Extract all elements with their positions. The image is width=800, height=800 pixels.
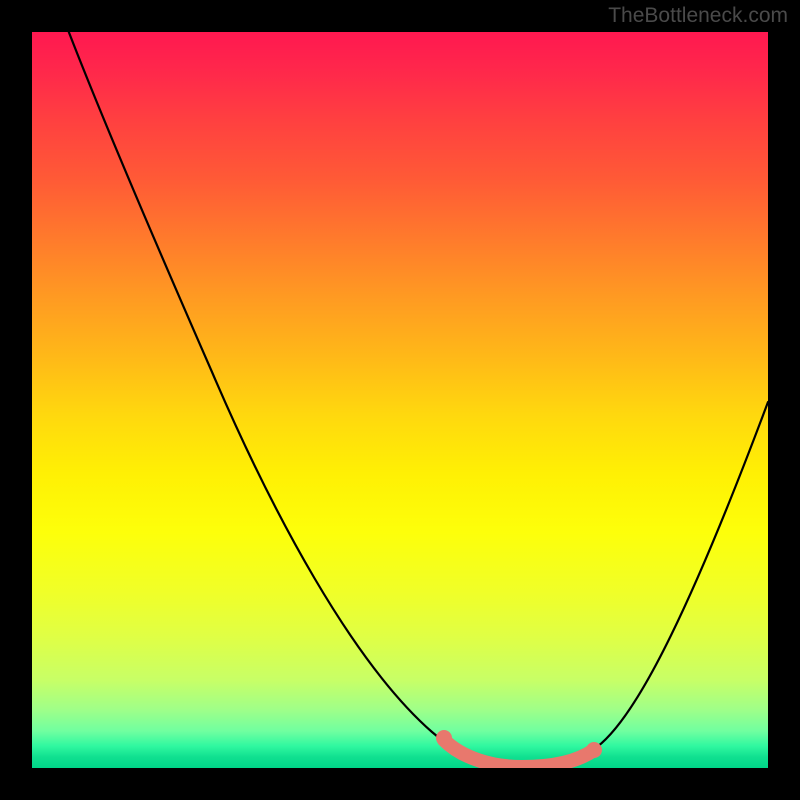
chart-frame: TheBottleneck.com (0, 0, 800, 800)
bottleneck-curve-path (69, 32, 768, 767)
plot-area (32, 32, 768, 768)
watermark-text: TheBottleneck.com (608, 4, 788, 28)
highlight-segment (444, 740, 594, 767)
curve-layer (32, 32, 768, 768)
highlight-dot-end (586, 742, 602, 758)
highlight-dot-start (436, 730, 452, 746)
